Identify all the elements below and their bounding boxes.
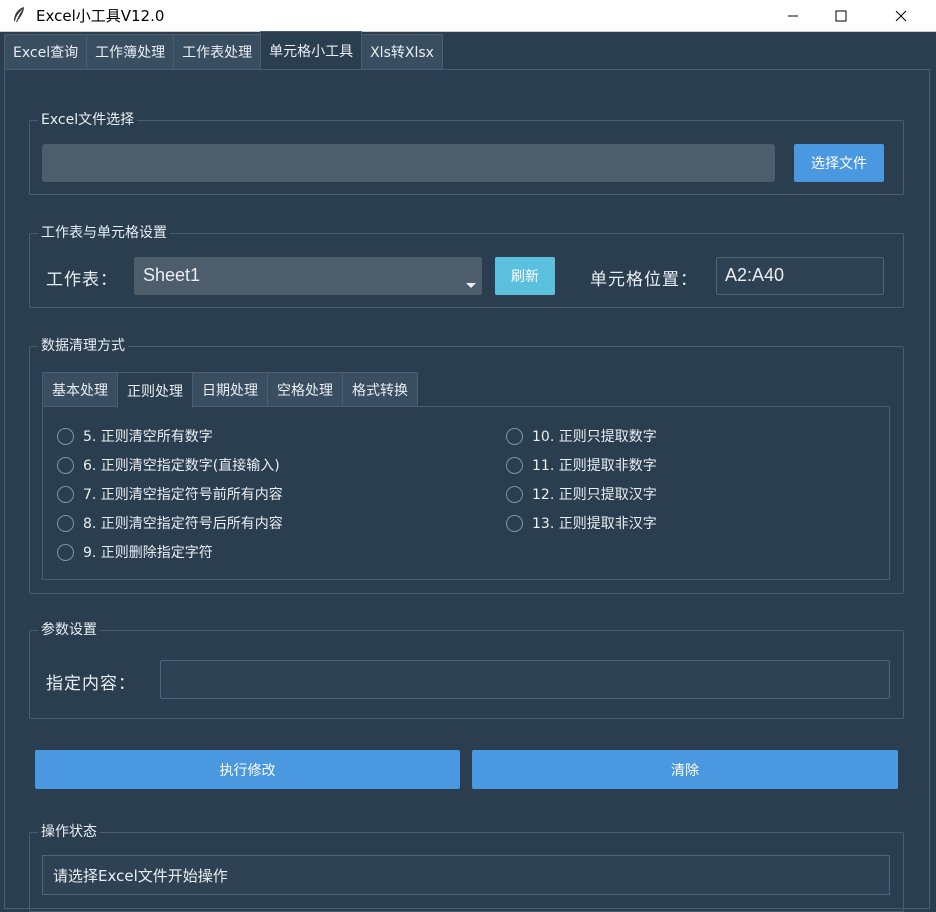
content-label: 指定内容：: [46, 674, 136, 694]
radio-label: 10. 正则只提取数字: [532, 429, 657, 445]
feather-icon: [14, 7, 24, 22]
radio-circle-icon: [506, 456, 523, 474]
radio-label: 11. 正则提取非数字: [532, 458, 657, 474]
radio-label: 7. 正则清空指定符号前所有内容: [83, 487, 283, 503]
sheet-select[interactable]: Sheet1: [134, 257, 482, 295]
clear-button[interactable]: 清除: [472, 750, 898, 789]
radio-label: 5. 正则清空所有数字: [83, 429, 213, 445]
sheet-select-value: Sheet1: [143, 265, 201, 285]
execute-button[interactable]: 执行修改: [35, 750, 460, 789]
content-input[interactable]: [160, 660, 890, 699]
tab-space[interactable]: 空格处理: [267, 372, 343, 407]
radio-label: 13. 正则提取非汉字: [532, 516, 657, 532]
radio-label: 12. 正则只提取汉字: [532, 487, 657, 503]
close-button[interactable]: [878, 0, 924, 31]
radio-label: 9. 正则删除指定字符: [83, 545, 213, 561]
tab-regex[interactable]: 正则处理: [117, 372, 193, 408]
cell-position-input[interactable]: A2:A40: [716, 257, 884, 295]
radio-circle-icon: [57, 543, 74, 561]
cell-position-label: 单元格位置：: [590, 270, 698, 290]
tab-worksheet[interactable]: 工作表处理: [173, 34, 262, 69]
radio-circle-icon: [506, 514, 523, 532]
radio-circle-icon: [506, 427, 523, 445]
radio-option-7[interactable]: 7. 正则清空指定符号前所有内容: [57, 484, 283, 504]
tab-cell-tools[interactable]: 单元格小工具: [260, 31, 363, 69]
close-icon: [895, 10, 907, 21]
refresh-button[interactable]: 刷新: [495, 257, 555, 295]
radio-label: 8. 正则清空指定符号后所有内容: [83, 516, 283, 532]
file-select-title: Excel文件选择: [38, 110, 138, 130]
tab-workbook[interactable]: 工作簿处理: [86, 34, 175, 69]
radio-circle-icon: [57, 485, 74, 503]
radio-option-5[interactable]: 5. 正则清空所有数字: [57, 426, 213, 446]
tab-format[interactable]: 格式转换: [342, 372, 418, 407]
main-tab-bar: Excel查询 工作簿处理 工作表处理 单元格小工具 Xls转Xlsx: [4, 31, 443, 69]
sheet-cell-title: 工作表与单元格设置: [38, 223, 170, 243]
title-bar: Excel小工具V12.0: [0, 0, 936, 32]
radio-option-12[interactable]: 12. 正则只提取汉字: [506, 484, 657, 504]
radio-option-10[interactable]: 10. 正则只提取数字: [506, 426, 657, 446]
tab-basic[interactable]: 基本处理: [42, 372, 118, 407]
tab-xls-to-xlsx[interactable]: Xls转Xlsx: [361, 34, 443, 69]
sheet-label: 工作表：: [46, 270, 118, 290]
file-path-input[interactable]: [42, 144, 775, 182]
radio-circle-icon: [506, 485, 523, 503]
data-clean-title: 数据清理方式: [38, 336, 128, 356]
radio-label: 6. 正则清空指定数字(直接输入): [83, 458, 280, 474]
radio-option-13[interactable]: 13. 正则提取非汉字: [506, 513, 657, 533]
radio-circle-icon: [57, 456, 74, 474]
radio-option-11[interactable]: 11. 正则提取非数字: [506, 455, 657, 475]
radio-option-6[interactable]: 6. 正则清空指定数字(直接输入): [57, 455, 280, 475]
status-title: 操作状态: [38, 822, 100, 842]
chevron-down-icon: [466, 283, 476, 288]
radio-circle-icon: [57, 514, 74, 532]
clean-tab-bar: 基本处理 正则处理 日期处理 空格处理 格式转换: [42, 372, 418, 408]
radio-option-8[interactable]: 8. 正则清空指定符号后所有内容: [57, 513, 283, 533]
maximize-icon: [835, 10, 847, 21]
minimize-icon: [788, 15, 798, 16]
window-title: Excel小工具V12.0: [36, 7, 165, 25]
minimize-button[interactable]: [770, 0, 816, 31]
tab-excel-query[interactable]: Excel查询: [4, 34, 88, 69]
radio-option-9[interactable]: 9. 正则删除指定字符: [57, 542, 213, 562]
tab-date[interactable]: 日期处理: [192, 372, 268, 407]
param-title: 参数设置: [38, 620, 100, 640]
maximize-button[interactable]: [818, 0, 864, 31]
choose-file-button[interactable]: 选择文件: [794, 144, 884, 182]
radio-circle-icon: [57, 427, 74, 445]
status-message: 请选择Excel文件开始操作: [42, 855, 890, 895]
